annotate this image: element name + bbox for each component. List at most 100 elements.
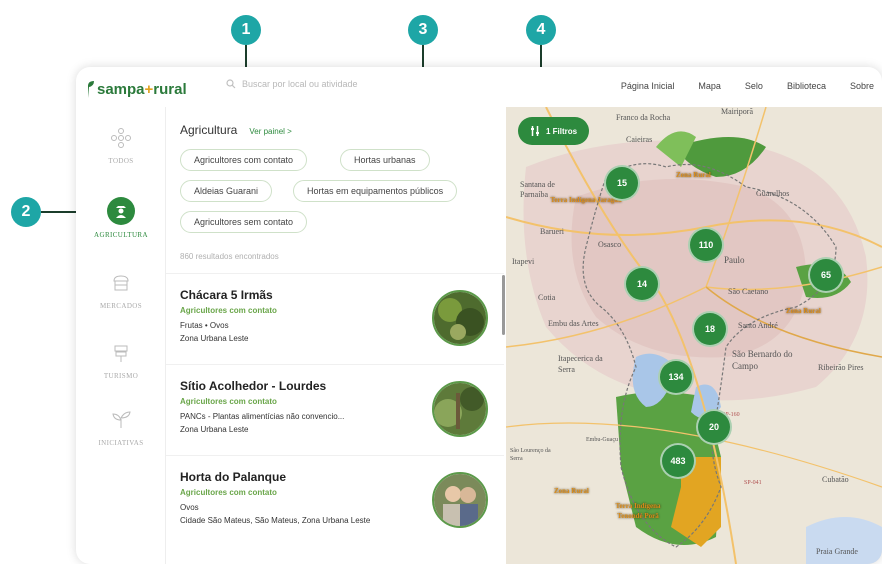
map-label: Praia Grande	[816, 547, 858, 556]
card-tag: Agricultores com contato	[180, 488, 277, 497]
card-products: PANCs - Plantas alimentícias não convenc…	[180, 412, 345, 421]
map-label: Ribeirão Pires	[818, 363, 864, 372]
callout-3: 3	[408, 15, 438, 45]
card-location: Zona Urbana Leste	[180, 334, 249, 343]
top-bar: sampa + rural Buscar por local ou atividad…	[76, 67, 882, 107]
card-location: Zona Urbana Leste	[180, 425, 249, 434]
logo-leaf-icon	[88, 81, 94, 98]
nav-mapa[interactable]: Mapa	[698, 81, 721, 91]
chip-agricultores-com-contato[interactable]: Agricultores com contato	[180, 149, 308, 171]
logo-text-plus: +	[144, 81, 154, 98]
card-products: Ovos	[180, 503, 199, 512]
sidebar-label-iniciativas: INICIATIVAS	[98, 439, 144, 447]
card-name: Horta do Palanque	[180, 470, 287, 484]
sliders-icon	[531, 126, 539, 136]
map-cluster-marker[interactable]: 18	[692, 311, 728, 347]
nav-pagina-inicial[interactable]: Página Inicial	[621, 81, 675, 91]
map-view[interactable]: 1 Filtros Franco da Rocha Mairiporã Caie…	[506, 107, 882, 564]
logo-text-rural: rural	[153, 81, 187, 98]
card-name: Sítio Acolhedor - Lourdes	[180, 379, 327, 393]
card-photo	[432, 381, 488, 437]
map-label: Franco da Rocha	[616, 113, 671, 122]
category-title: Agricultura	[180, 123, 238, 137]
zone-label: Terra Indígena Tenondé Porã	[615, 502, 661, 520]
map-label: Cotia	[538, 293, 556, 302]
map-label: Embu das Artes	[548, 319, 599, 328]
result-card[interactable]: Horta do Palanque Agricultores com conta…	[166, 455, 504, 543]
sprout-icon	[108, 407, 134, 433]
zone-label: Zona Rural	[554, 487, 589, 495]
map-label: Osasco	[598, 240, 622, 249]
nav-selo[interactable]: Selo	[745, 81, 763, 91]
map-label: Paulo	[724, 255, 745, 265]
app-window: sampa + rural Buscar por local ou atividad…	[76, 67, 882, 564]
sidebar-label-todos: TODOS	[108, 157, 134, 165]
map-label: Itapevi	[512, 257, 535, 266]
results-count: 860 resultados encontrados	[180, 252, 279, 261]
chip-aldeias-guarani[interactable]: Aldeias Guarani	[180, 180, 273, 202]
map-cluster-marker[interactable]: 65	[808, 257, 844, 293]
sidebar-label-agricultura: AGRICULTURA	[94, 231, 148, 239]
search-input[interactable]: Buscar por local ou atividade	[226, 79, 358, 89]
nav-biblioteca[interactable]: Biblioteca	[787, 81, 826, 91]
sidebar-item-mercados[interactable]: MERCADOS	[76, 270, 166, 310]
sidebar-label-turismo: TURISMO	[103, 372, 139, 380]
dots-icon	[108, 125, 134, 151]
card-products: Frutas • Ovos	[180, 321, 229, 330]
map-cluster-marker[interactable]: 14	[624, 266, 660, 302]
result-card[interactable]: Chácara 5 Irmãs Agricultores com contato…	[166, 273, 504, 361]
sidebar-label-mercados: MERCADOS	[99, 302, 143, 310]
search-icon	[226, 79, 236, 89]
filters-button[interactable]: 1 Filtros	[518, 117, 590, 145]
map-cluster-marker[interactable]: 483	[660, 443, 696, 479]
map-label: Cubatão	[822, 475, 849, 484]
sidebar-item-iniciativas[interactable]: INICIATIVAS	[76, 407, 166, 447]
logo-text-sampa: sampa	[97, 81, 145, 98]
panel-header: Agricultura Ver painel >	[180, 123, 292, 137]
market-icon	[108, 270, 134, 296]
sidebar-item-todos[interactable]: TODOS	[76, 125, 166, 165]
map-label: Barueri	[540, 227, 564, 236]
search-placeholder: Buscar por local ou atividade	[242, 79, 358, 89]
card-photo	[432, 290, 488, 346]
sign-icon	[108, 340, 134, 366]
map-label: Guarulhos	[756, 189, 790, 198]
result-card[interactable]: Sítio Acolhedor - Lourdes Agricultores c…	[166, 364, 504, 452]
map-label: Caieiras	[626, 135, 653, 144]
sidebar-item-agricultura[interactable]: AGRICULTURA	[76, 197, 166, 239]
chip-hortas-equipamentos-publicos[interactable]: Hortas em equipamentos públicos	[293, 180, 458, 202]
nav-sobre[interactable]: Sobre	[850, 81, 874, 91]
filters-label: 1 Filtros	[546, 126, 578, 136]
card-tag: Agricultores com contato	[180, 306, 277, 315]
zone-label: Zona Rural	[676, 171, 711, 179]
callout-2: 2	[11, 197, 41, 227]
zone-label: Zona Rural	[786, 307, 821, 315]
callout-4: 4	[526, 15, 556, 45]
callout-2-line	[41, 211, 81, 213]
map-label: Itapecerica da Serra	[558, 354, 603, 374]
screenshot-stage: 1 2 3 4 sampa + rural Buscar por local ou …	[0, 0, 882, 564]
main-nav: Página Inicial Mapa Selo Biblioteca Sobr…	[621, 81, 874, 91]
card-location: Cidade São Mateus, São Mateus, Zona Urba…	[180, 516, 371, 525]
map-cluster-marker[interactable]: 134	[658, 359, 694, 395]
sidebar-item-turismo[interactable]: TURISMO	[76, 340, 166, 380]
card-tag: Agricultores com contato	[180, 397, 277, 406]
map-cluster-marker[interactable]: 110	[688, 227, 724, 263]
chip-hortas-urbanas[interactable]: Hortas urbanas	[340, 149, 430, 171]
map-cluster-marker[interactable]: 20	[696, 409, 732, 445]
map-label: Embu-Guaçu	[586, 437, 618, 443]
map-cluster-marker[interactable]: 15	[604, 165, 640, 201]
map-label: São Caetano	[728, 287, 769, 296]
card-name: Chácara 5 Irmãs	[180, 288, 273, 302]
farmer-icon	[107, 197, 135, 225]
map-label: São Bernardo do Campo	[732, 349, 793, 371]
card-photo	[432, 472, 488, 528]
chip-agricultores-sem-contato[interactable]: Agricultores sem contato	[180, 211, 308, 233]
category-sidebar: TODOS AGRICULTURA MERCADOS TURISMO INICI…	[76, 107, 166, 564]
sampa-rural-logo[interactable]: sampa + rural	[86, 76, 187, 98]
ver-painel-link[interactable]: Ver painel >	[249, 127, 291, 136]
map-label: São Lourenço da Serra	[510, 448, 551, 462]
map-label: Santo André	[738, 321, 778, 330]
map-label: SP-041	[744, 480, 762, 486]
results-scrollbar[interactable]	[502, 275, 505, 335]
